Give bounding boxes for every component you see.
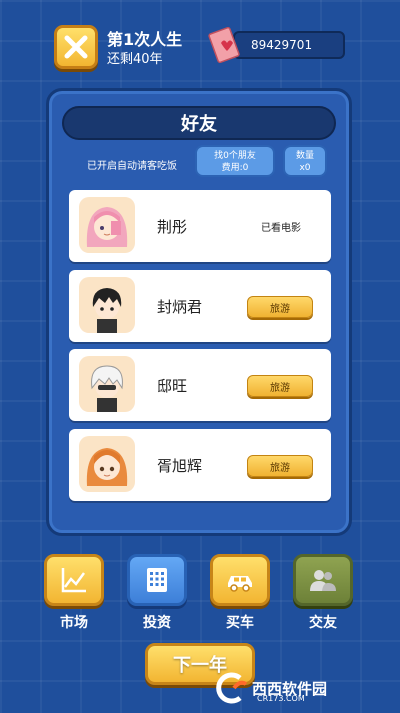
travel-button[interactable]: 旅游: [247, 296, 313, 318]
find-friends-label: 找0个朋友: [214, 151, 256, 161]
market-label: 市场: [60, 615, 88, 631]
money-bill-icon: [208, 26, 240, 64]
travel-button[interactable]: 旅游: [247, 455, 313, 477]
friend-name: 封炳君: [157, 298, 203, 316]
close-button[interactable]: [54, 25, 98, 69]
friend-card[interactable]: 荆彤 已看电影: [69, 190, 331, 262]
auto-treat-status: 已开启自动请客吃饭: [87, 161, 177, 172]
watermark-url: CR173.COM: [257, 694, 305, 703]
find-friends-cost: 费用:0: [221, 163, 249, 173]
panel-title: 好友: [62, 106, 336, 140]
avatar: [79, 356, 135, 412]
friends-icon: [310, 570, 336, 591]
buy-car-label: 买车: [226, 615, 254, 631]
avatar: [79, 197, 135, 253]
avatar: [79, 277, 135, 333]
money-display: 89429701: [233, 31, 345, 59]
calculator-icon: [147, 568, 167, 592]
friend-name: 胥旭辉: [157, 457, 203, 475]
count-value: x0: [299, 163, 311, 173]
watermark-logo-icon: [216, 672, 248, 704]
count-button[interactable]: 数量 x0: [283, 145, 327, 177]
travel-button[interactable]: 旅游: [247, 375, 313, 397]
friend-card[interactable]: 封炳君 旅游: [69, 270, 331, 342]
make-friends-label: 交友: [309, 615, 337, 631]
life-title: 第1次人生: [107, 30, 183, 49]
friend-card[interactable]: 邸旺 旅游: [69, 349, 331, 421]
remaining-years: 还剩40年: [107, 52, 163, 67]
buy-car-button[interactable]: [210, 554, 270, 606]
friend-name: 邸旺: [157, 377, 188, 395]
invest-button[interactable]: [127, 554, 187, 606]
friend-name: 荆彤: [157, 218, 188, 236]
find-friends-button[interactable]: 找0个朋友 费用:0: [195, 145, 275, 177]
count-label: 数量: [295, 151, 314, 161]
friend-status: 已看电影: [261, 223, 301, 234]
chart-icon: [61, 568, 86, 593]
avatar: [79, 436, 135, 492]
close-icon: [64, 35, 88, 59]
friend-card[interactable]: 胥旭辉 旅游: [69, 429, 331, 501]
invest-label: 投资: [143, 615, 171, 631]
make-friends-button[interactable]: [293, 554, 353, 606]
car-icon: [228, 576, 252, 592]
market-button[interactable]: [44, 554, 104, 606]
